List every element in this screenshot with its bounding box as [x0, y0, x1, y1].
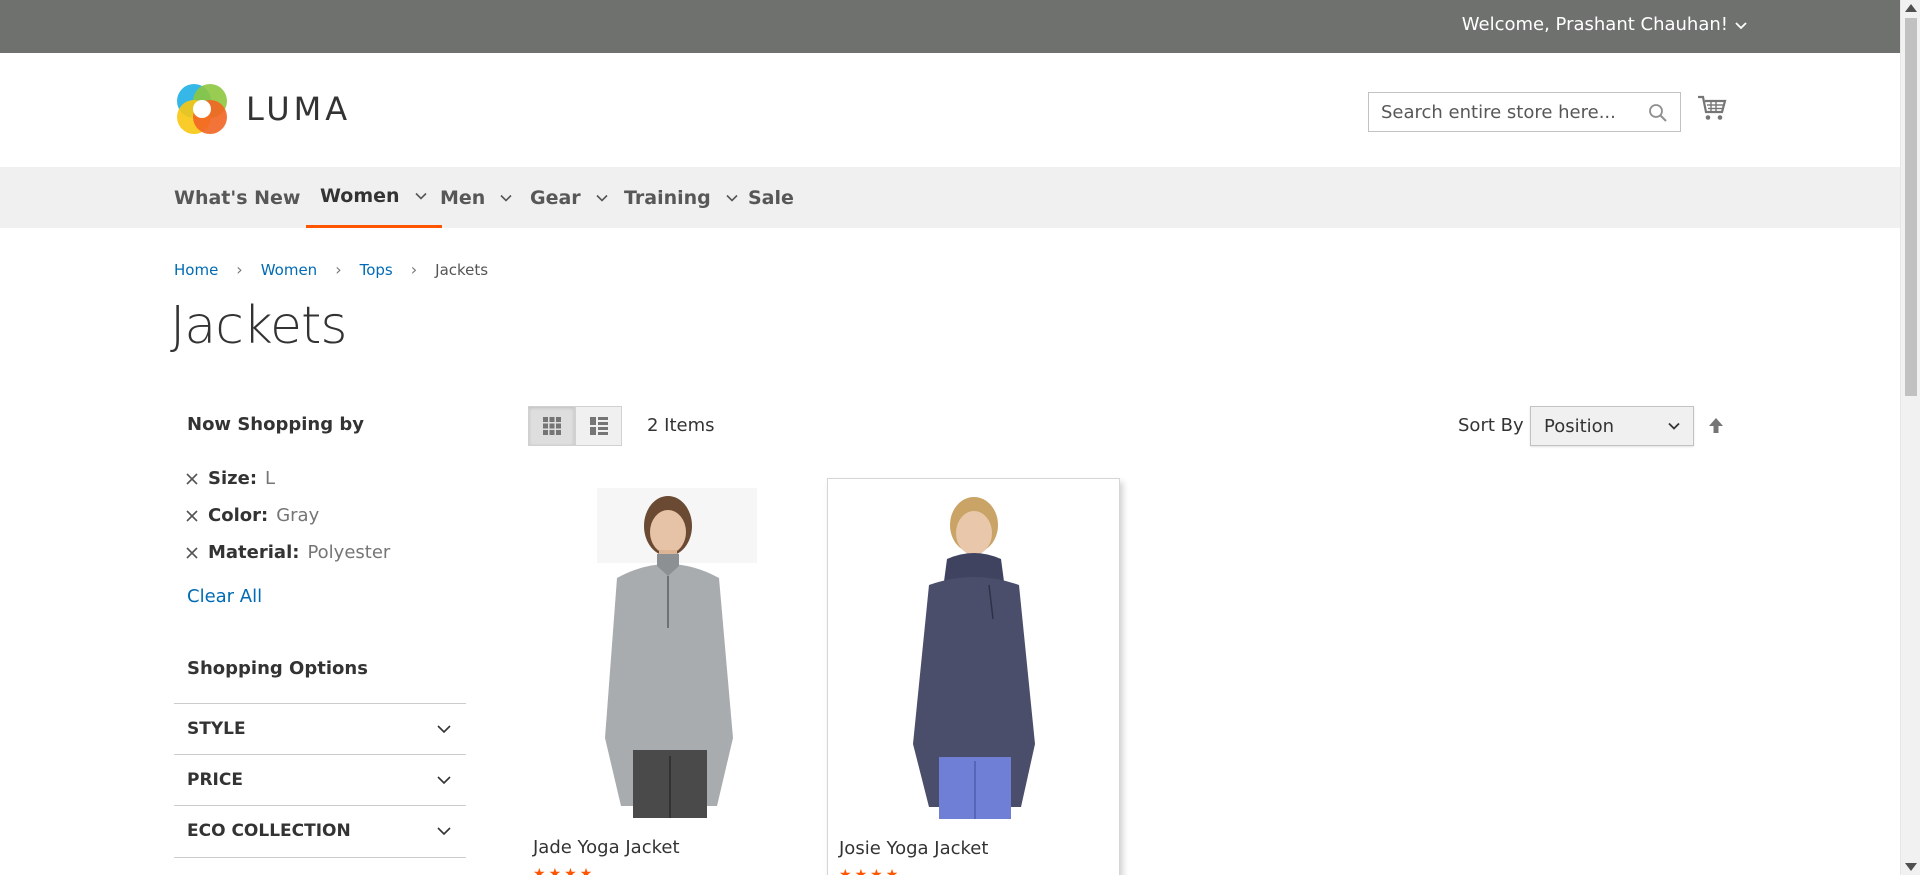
- chevron-down-icon: [500, 194, 512, 202]
- nav-item-sale[interactable]: Sale: [748, 167, 794, 228]
- nav-item-label: What's New: [174, 186, 301, 209]
- breadcrumb-separator-icon: ›: [236, 260, 243, 279]
- page-title: Jackets: [170, 296, 348, 356]
- chevron-down-icon: [726, 194, 738, 202]
- chevron-down-icon: [414, 192, 427, 200]
- product-item[interactable]: Josie Yoga Jacket ★ ★ ★ ★: [827, 478, 1120, 875]
- store-logo[interactable]: LUMA: [174, 81, 351, 137]
- welcome-dropdown[interactable]: Welcome, Prashant Chauhan!: [1462, 14, 1748, 35]
- product-item[interactable]: Jade Yoga Jacket ★ ★ ★ ★: [522, 478, 815, 875]
- chevron-down-icon: [1735, 21, 1747, 29]
- remove-filter-icon[interactable]: [184, 508, 200, 524]
- filter-label: Material:: [208, 542, 300, 563]
- list-icon: [589, 417, 608, 435]
- star-icon: ★: [579, 866, 593, 875]
- product-name[interactable]: Josie Yoga Jacket: [839, 838, 988, 859]
- filter-option-label: ECO COLLECTION: [187, 821, 351, 841]
- logo-text: LUMA: [246, 90, 352, 128]
- welcome-text: Welcome, Prashant Chauhan!: [1461, 14, 1728, 35]
- nav-item-label: Men: [440, 186, 486, 209]
- nav-item-label: Women: [320, 185, 400, 207]
- grid-view-button[interactable]: [528, 406, 575, 446]
- nav-item-gear[interactable]: Gear: [530, 167, 609, 228]
- filter-value: Polyester: [307, 542, 391, 563]
- sort-by-select[interactable]: Position: [1530, 406, 1694, 446]
- search-box: [1368, 92, 1681, 132]
- chevron-down-icon: [596, 194, 608, 202]
- breadcrumb-separator-icon: ›: [410, 260, 418, 279]
- product-rating: ★ ★ ★ ★: [533, 866, 592, 875]
- filter-option-label: PRICE: [187, 770, 243, 790]
- filter-option-label: STYLE: [187, 719, 246, 739]
- nav-item-label: Gear: [530, 186, 581, 209]
- breadcrumb-women[interactable]: Women: [261, 261, 317, 279]
- filter-value: Gray: [276, 505, 320, 526]
- main-navigation: What's New Women Men Gear Training Sale: [0, 167, 1900, 228]
- items-count: 2 Items: [647, 415, 715, 436]
- grid-icon: [542, 417, 561, 435]
- star-icon: ★: [854, 867, 868, 875]
- filter-label: Color:: [208, 505, 269, 526]
- star-icon: ★: [548, 866, 562, 875]
- sort-by-label: Sort By: [1458, 415, 1524, 436]
- star-icon: ★: [533, 866, 546, 875]
- active-filter-color: Color: Gray: [184, 505, 319, 526]
- sort-direction-arrow-icon[interactable]: [1706, 415, 1726, 435]
- nav-item-training[interactable]: Training: [624, 167, 739, 228]
- chevron-down-icon: [437, 776, 451, 785]
- filter-value: L: [265, 468, 276, 489]
- top-panel: Welcome, Prashant Chauhan!: [0, 0, 1900, 53]
- chevron-down-icon: [1668, 422, 1680, 430]
- cart-icon[interactable]: [1697, 93, 1727, 123]
- nav-item-label: Training: [624, 186, 711, 209]
- sort-by-value: Position: [1544, 415, 1615, 437]
- breadcrumb: Home › Women › Tops › Jackets: [174, 260, 488, 279]
- active-filter-size: Size: L: [184, 468, 275, 489]
- star-icon: ★: [564, 866, 577, 875]
- chevron-down-icon: [437, 725, 451, 734]
- view-mode-switcher: [528, 406, 622, 446]
- nav-item-women[interactable]: Women: [306, 167, 442, 228]
- nav-item-men[interactable]: Men: [440, 167, 513, 228]
- breadcrumb-current: Jackets: [435, 260, 489, 279]
- scroll-thumb[interactable]: [1905, 18, 1917, 396]
- product-image-josie-yoga-jacket[interactable]: [843, 489, 1105, 819]
- filter-label: Size:: [208, 468, 258, 489]
- nav-item-whats-new[interactable]: What's New: [174, 167, 300, 228]
- remove-filter-icon[interactable]: [184, 471, 200, 487]
- filter-option-eco-collection[interactable]: ECO COLLECTION: [174, 805, 466, 856]
- clear-all-link[interactable]: Clear All: [187, 586, 262, 607]
- product-rating: ★ ★ ★ ★: [839, 867, 898, 875]
- breadcrumb-tops[interactable]: Tops: [360, 261, 393, 279]
- active-filter-material: Material: Polyester: [184, 542, 390, 563]
- list-view-button[interactable]: [575, 406, 622, 446]
- product-image-jade-yoga-jacket[interactable]: [537, 488, 799, 818]
- product-name[interactable]: Jade Yoga Jacket: [533, 837, 680, 858]
- scroll-up-arrow-icon[interactable]: [1905, 4, 1917, 12]
- filter-option-style[interactable]: STYLE: [174, 703, 466, 754]
- breadcrumb-separator-icon: ›: [335, 260, 342, 279]
- filter-option-price[interactable]: PRICE: [174, 754, 466, 805]
- remove-filter-icon[interactable]: [184, 545, 200, 561]
- chevron-down-icon: [437, 827, 451, 836]
- star-icon: ★: [885, 867, 899, 875]
- search-icon[interactable]: [1648, 103, 1668, 123]
- search-input[interactable]: [1369, 93, 1639, 131]
- luma-logo-icon: [177, 84, 227, 134]
- star-icon: ★: [839, 867, 852, 875]
- star-icon: ★: [870, 867, 883, 875]
- breadcrumb-home[interactable]: Home: [174, 261, 218, 279]
- now-shopping-title: Now Shopping by: [187, 414, 364, 435]
- scroll-down-arrow-icon[interactable]: [1905, 863, 1917, 871]
- page-scrollbar[interactable]: [1900, 0, 1920, 875]
- filter-options-divider: [174, 857, 466, 858]
- nav-item-label: Sale: [748, 186, 794, 209]
- shopping-options-title: Shopping Options: [187, 658, 368, 679]
